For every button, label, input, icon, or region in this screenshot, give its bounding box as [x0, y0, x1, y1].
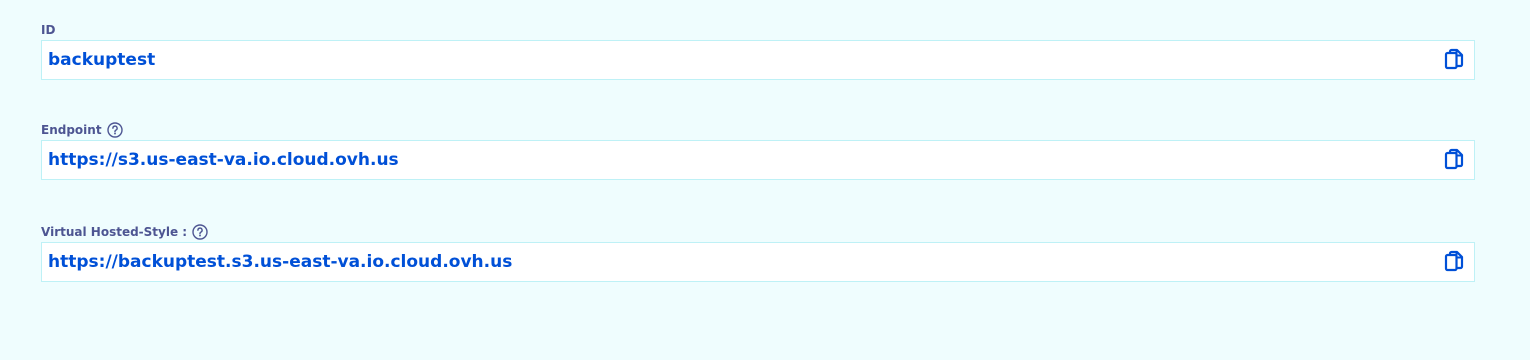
endpoint-label: Endpoint	[41, 123, 102, 137]
id-field[interactable]: backuptest	[41, 40, 1475, 80]
copy-icon	[1444, 250, 1464, 272]
help-circle-icon	[106, 122, 123, 138]
id-label-row: ID	[41, 21, 1475, 39]
endpoint-help-icon[interactable]	[106, 122, 123, 138]
virtual-hosted-style-help-icon[interactable]	[192, 224, 208, 240]
virtual-hosted-style-field[interactable]: https://backuptest.s3.us-east-va.io.clou…	[41, 242, 1475, 282]
endpoint-field-group: Endpoint https://s3.us-east-va.io.cloud.…	[41, 121, 1475, 180]
virtual-hosted-style-field-group: Virtual Hosted-Style : https://backuptes…	[41, 223, 1475, 282]
virtual-hosted-style-label-row: Virtual Hosted-Style :	[41, 223, 1475, 241]
copy-virtual-hosted-style-button[interactable]	[1442, 250, 1466, 274]
id-field-group: ID backuptest	[41, 21, 1475, 80]
help-circle-icon	[192, 224, 208, 240]
id-label: ID	[41, 23, 56, 37]
copy-id-button[interactable]	[1442, 48, 1466, 72]
copy-endpoint-button[interactable]	[1442, 148, 1466, 172]
virtual-hosted-style-label: Virtual Hosted-Style :	[41, 225, 188, 239]
copy-icon	[1444, 148, 1464, 170]
virtual-hosted-style-value[interactable]: https://backuptest.s3.us-east-va.io.clou…	[42, 252, 512, 272]
id-value[interactable]: backuptest	[42, 50, 155, 70]
copy-icon	[1444, 48, 1464, 70]
endpoint-field[interactable]: https://s3.us-east-va.io.cloud.ovh.us	[41, 140, 1475, 180]
endpoint-value[interactable]: https://s3.us-east-va.io.cloud.ovh.us	[42, 150, 399, 170]
endpoint-label-row: Endpoint	[41, 121, 1475, 139]
